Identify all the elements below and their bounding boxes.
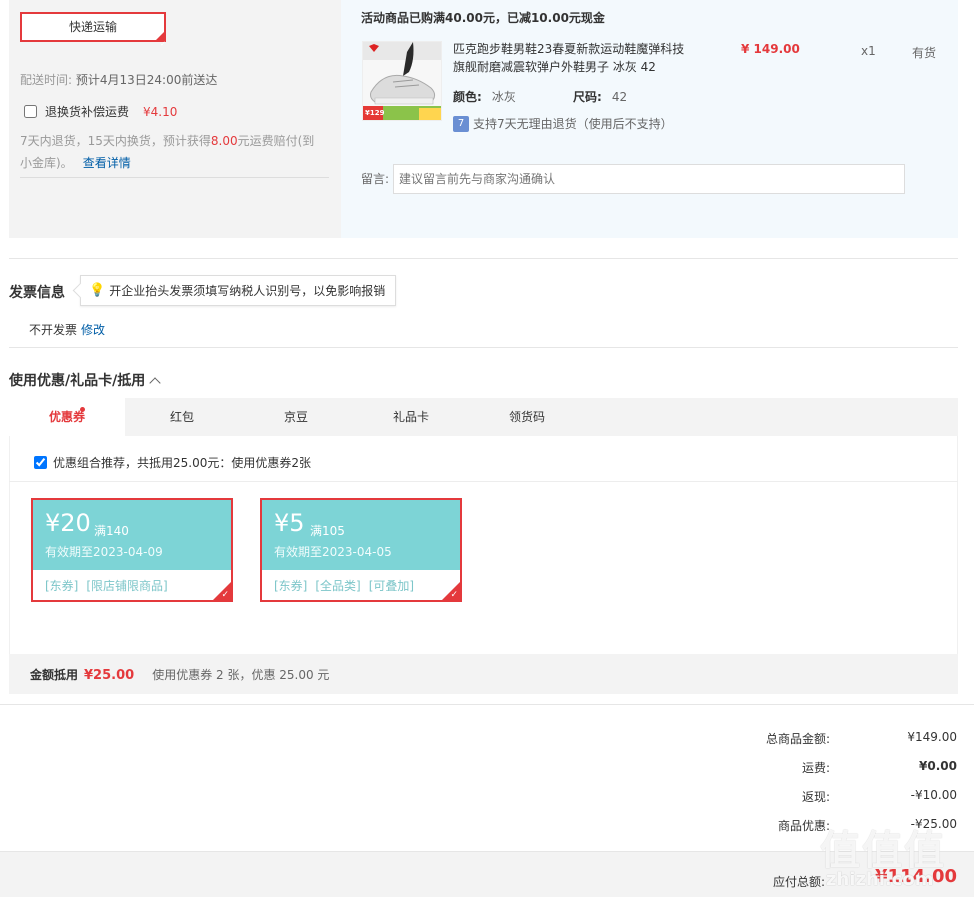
coupon-amount: ¥5 (274, 509, 305, 537)
coupon-expiry: 有效期至2023-04-05 (274, 545, 392, 559)
color-value: 冰灰 (491, 90, 516, 104)
coupon-tag: [可叠加] (368, 579, 415, 593)
express-shipping-label: 快递运输 (68, 20, 117, 34)
summary-note: 使用优惠券 2 张，优惠 25.00 元 (152, 668, 330, 682)
lightbulb-icon: 💡 (89, 283, 106, 298)
payable-label: 应付总额: (772, 875, 825, 889)
invoice-status: 不开发票 修改 (29, 321, 105, 338)
coupon-condition: 满140 (94, 524, 129, 538)
delivery-time-value: 预计4月13日24:00前送达 (75, 73, 218, 87)
coupon-tags: [东券] [全品类] [可叠加] (274, 577, 414, 594)
tab-label: 礼品卡 (392, 410, 429, 424)
thumb-price: ¥129 (365, 109, 385, 117)
total-label: 总商品金额: (765, 732, 830, 746)
express-shipping-button[interactable]: 快递运输 (20, 12, 166, 57)
total-value: ¥149.00 (907, 730, 957, 744)
tab-coupons[interactable]: 优惠券 (9, 398, 125, 436)
return-insurance-checkbox[interactable] (24, 105, 37, 118)
return-policy: 7 支持7天无理由退货（使用后不支持） (453, 115, 673, 132)
color-attr: 颜色: 冰灰 (453, 88, 516, 105)
coupon-tags: [东券] [限店铺限商品] (45, 577, 168, 594)
shipping-fee-value: ¥0.00 (919, 759, 957, 773)
invoice-status-text: 不开发票 (29, 323, 78, 337)
notification-dot-icon (80, 407, 85, 412)
return-policy-text: 支持7天无理由退货（使用后不支持） (473, 117, 673, 131)
coupon-condition: 满105 (310, 524, 345, 538)
product-discount-label: 商品优惠: (777, 819, 830, 833)
coupon-tag: [限店铺限商品] (86, 579, 168, 593)
coupon-card[interactable]: ¥20 满140 有效期至2023-04-09 [东券] [限店铺限商品] ✓ (31, 498, 233, 602)
divider (9, 481, 958, 482)
discount-summary: 金额抵用 ¥25.00 使用优惠券 2 张，优惠 25.00 元 (30, 666, 329, 683)
tab-label: 红包 (169, 410, 194, 424)
divider (9, 347, 958, 348)
tab-label: 京豆 (283, 410, 308, 424)
divider (20, 177, 329, 178)
coupon-tag: [东券] (45, 579, 79, 593)
tab-jd-beans[interactable]: 京豆 (239, 398, 353, 436)
return-insurance-desc: 7天内退货，15天内换货，预计获得8.00元运费赔付(到小金库)。 查看详情 (20, 130, 326, 174)
return-desc-text: 7天内退货，15天内换货，预计获得 (20, 134, 211, 148)
cashback-value: -¥10.00 (910, 788, 957, 802)
checkmark-icon: ✓ (450, 590, 458, 600)
product-price: ¥ 149.00 (741, 42, 800, 56)
coupon-card[interactable]: ¥5 满105 有效期至2023-04-05 [东券] [全品类] [可叠加] … (260, 498, 462, 602)
coupon-tag: [东券] (274, 579, 308, 593)
return-insurance-row: 退换货补偿运费 ¥4.10 (24, 103, 177, 120)
recommend-combo-checkbox[interactable] (34, 456, 47, 469)
tab-red-packets[interactable]: 红包 (125, 398, 239, 436)
watermark-logo: 值值值 (820, 828, 946, 874)
divider (9, 258, 958, 259)
size-label: 尺码: (573, 90, 602, 104)
invoice-tip: 💡 开企业抬头发票须填写纳税人识别号，以免影响报销 (80, 275, 397, 306)
coupon-tag: [全品类] (315, 579, 361, 593)
divider (0, 704, 974, 705)
checkmark-icon: ✓ (221, 590, 229, 600)
chevron-up-icon (149, 377, 161, 389)
coupon-header: ¥5 满105 有效期至2023-04-05 (262, 500, 460, 570)
invoice-title: 发票信息 (9, 285, 65, 301)
promo-notice: 活动商品已购满40.00元，已减10.00元现金 (361, 11, 605, 25)
memo-input[interactable] (393, 164, 905, 194)
product-thumbnail[interactable]: ¥129 (362, 41, 442, 121)
tab-label: 领货码 (508, 410, 545, 424)
memo-label: 留言: (361, 172, 390, 186)
invoice-edit-link[interactable]: 修改 (81, 323, 105, 337)
discount-title: 使用优惠/礼品卡/抵用 (9, 373, 146, 389)
size-attr: 尺码: 42 (573, 88, 627, 105)
selected-check-icon (154, 30, 166, 57)
delivery-time: 配送时间: 预计4月13日24:00前送达 (20, 71, 217, 88)
recommend-combo: 优惠组合推荐，共抵用25.00元：使用优惠券2张 (34, 454, 311, 471)
product-name-link[interactable]: 匹克跑步鞋男鞋23春夏新款运动鞋魔弹科技旗舰耐磨减震软弹户外鞋男子 冰灰 42 (453, 40, 693, 76)
cashback-label: 返现: (801, 790, 830, 804)
coupon-amount: ¥20 (45, 509, 91, 537)
coupon-header: ¥20 满140 有效期至2023-04-09 (33, 500, 231, 570)
return-insurance-price: ¥4.10 (143, 104, 178, 119)
invoice-tip-text: 开企业抬头发票须填写纳税人识别号，以免影响报销 (109, 284, 386, 298)
tab-label: 优惠券 (48, 410, 85, 424)
return-desc-amount: 8.00 (210, 134, 238, 148)
size-value: 42 (611, 90, 628, 104)
tab-redeem-code[interactable]: 领货码 (469, 398, 585, 436)
product-quantity: x1 (861, 44, 876, 58)
recommend-combo-text: 优惠组合推荐，共抵用25.00元：使用优惠券2张 (53, 456, 311, 470)
seven-day-return-icon: 7 (453, 115, 469, 132)
summary-amount: ¥25.00 (84, 668, 135, 683)
summary-label: 金额抵用 (30, 668, 79, 682)
return-insurance-label: 退换货补偿运费 (45, 105, 130, 119)
view-details-link[interactable]: 查看详情 (83, 156, 131, 170)
coupon-expiry: 有效期至2023-04-09 (45, 545, 163, 559)
color-label: 颜色: (453, 90, 482, 104)
tab-gift-card[interactable]: 礼品卡 (353, 398, 469, 436)
shipping-fee-label: 运费: (801, 761, 830, 775)
discount-section-toggle[interactable]: 使用优惠/礼品卡/抵用 (9, 370, 161, 390)
stock-status: 有货 (912, 46, 937, 60)
delivery-time-label: 配送时间: (20, 73, 73, 87)
watermark-text: zhizhi.com (826, 869, 934, 890)
